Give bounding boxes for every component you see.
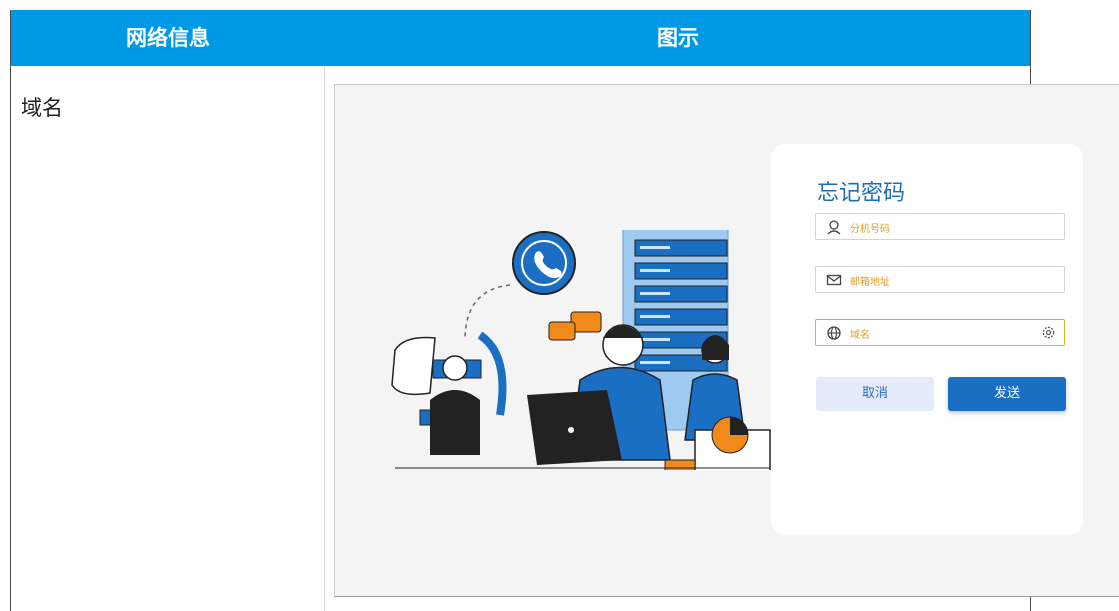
send-button[interactable]: 发送 — [948, 377, 1066, 411]
support-illustration — [391, 230, 771, 470]
row-label-domain: 域名 — [21, 96, 63, 120]
domain-input[interactable]: 域名 — [815, 319, 1065, 346]
login-screenshot: 忘记密码 分机号码 邮箱地址 域名 取消 发送 — [334, 84, 1119, 597]
table-header: 网络信息 图示 — [11, 10, 1030, 66]
globe-icon — [827, 326, 841, 340]
domain-placeholder: 域名 — [850, 330, 870, 341]
column-divider — [324, 66, 325, 611]
header-network-info: 网络信息 — [126, 26, 210, 50]
settings-icon[interactable] — [1041, 325, 1056, 340]
email-address-input[interactable]: 邮箱地址 — [815, 266, 1065, 293]
cancel-button[interactable]: 取消 — [816, 377, 934, 411]
extension-number-placeholder: 分机号码 — [850, 224, 890, 235]
user-icon — [827, 220, 841, 235]
header-illustration: 图示 — [657, 26, 699, 50]
dialog-title: 忘记密码 — [817, 181, 906, 206]
extension-number-input[interactable]: 分机号码 — [815, 213, 1065, 240]
email-address-placeholder: 邮箱地址 — [850, 277, 890, 288]
mail-icon — [826, 274, 842, 286]
forgot-password-card: 忘记密码 分机号码 邮箱地址 域名 取消 发送 — [771, 144, 1083, 535]
